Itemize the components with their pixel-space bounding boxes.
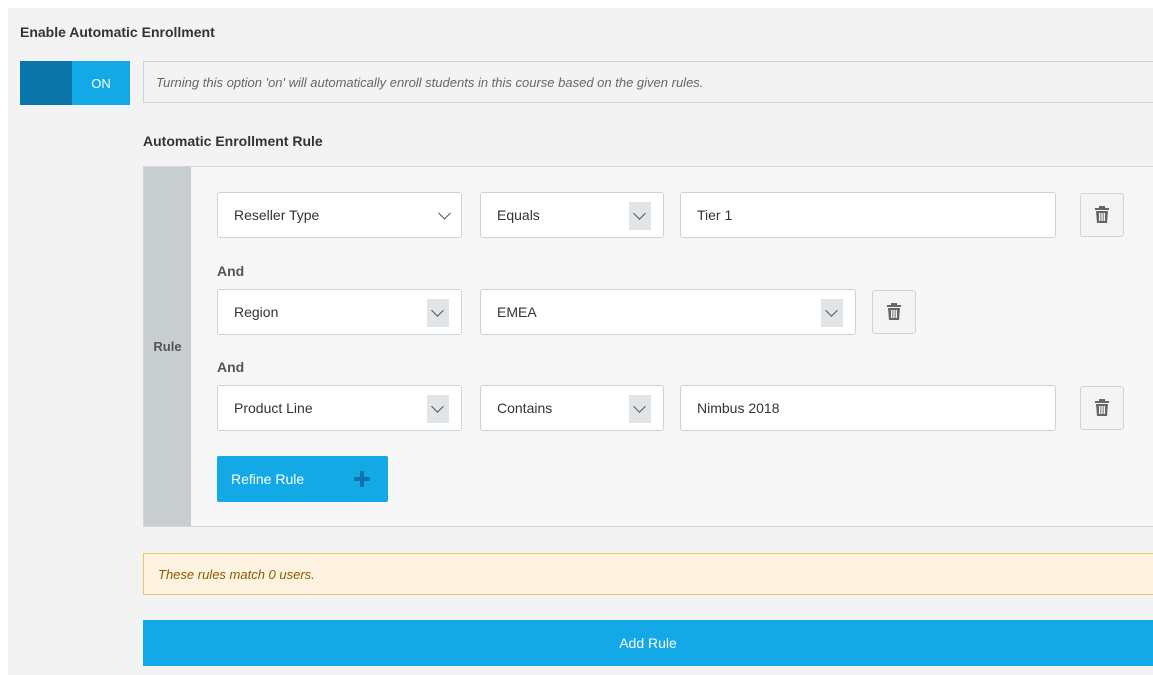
condition-1-delete-button[interactable] <box>1080 193 1124 237</box>
enrollment-toggle[interactable]: ON <box>20 61 130 105</box>
condition-3-delete-button[interactable] <box>1080 386 1124 430</box>
trash-icon <box>1095 399 1109 416</box>
chevron-down-icon <box>427 395 449 423</box>
enrollment-help-text: Turning this option 'on' will automatica… <box>143 61 1153 103</box>
add-rule-button[interactable]: Add Rule <box>143 620 1153 666</box>
condition-2-value-select[interactable]: EMEA <box>480 289 856 335</box>
plus-icon <box>354 471 370 487</box>
chevron-down-icon <box>427 299 449 327</box>
chevron-down-icon <box>438 206 451 220</box>
condition-2-delete-button[interactable] <box>872 290 916 334</box>
rule-section-title: Automatic Enrollment Rule <box>143 133 323 149</box>
condition-2-field-value: Region <box>234 304 279 320</box>
toggle-state-label: ON <box>72 61 130 105</box>
condition-1-field-value: Reseller Type <box>234 207 320 223</box>
condition-3-value-text: Nimbus 2018 <box>697 400 780 416</box>
condition-1-field-select[interactable]: Reseller Type <box>217 192 462 238</box>
rule-card: Rule Reseller Type Equals Tier 1 And Reg… <box>143 166 1153 527</box>
condition-2-value-text: EMEA <box>497 304 537 320</box>
enrollment-panel: Enable Automatic Enrollment ON Turning t… <box>8 8 1153 675</box>
condition-1-value-text: Tier 1 <box>697 207 733 223</box>
match-count-alert: These rules match 0 users. <box>143 553 1153 595</box>
condition-3-operator-select[interactable]: Contains <box>480 385 664 431</box>
condition-3-operator-value: Contains <box>497 400 553 416</box>
refine-rule-label: Refine Rule <box>231 471 305 487</box>
condition-3-field-select[interactable]: Product Line <box>217 385 462 431</box>
trash-icon <box>887 303 901 320</box>
chevron-down-icon <box>821 299 843 327</box>
chevron-down-icon <box>629 395 651 423</box>
rule-side-label: Rule <box>144 167 191 526</box>
condition-3-field-value: Product Line <box>234 400 313 416</box>
condition-1-operator-value: Equals <box>497 207 540 223</box>
chevron-down-icon <box>629 202 651 230</box>
conjunction-label-2: And <box>217 359 245 375</box>
condition-1-operator-select[interactable]: Equals <box>480 192 664 238</box>
toggle-knob[interactable] <box>20 61 72 105</box>
trash-icon <box>1095 206 1109 223</box>
condition-2-field-select[interactable]: Region <box>217 289 462 335</box>
condition-1-value-input[interactable]: Tier 1 <box>680 192 1056 238</box>
conjunction-label-1: And <box>217 263 245 279</box>
enable-enrollment-title: Enable Automatic Enrollment <box>20 24 215 40</box>
refine-rule-button[interactable]: Refine Rule <box>217 456 388 502</box>
condition-3-value-input[interactable]: Nimbus 2018 <box>680 385 1056 431</box>
